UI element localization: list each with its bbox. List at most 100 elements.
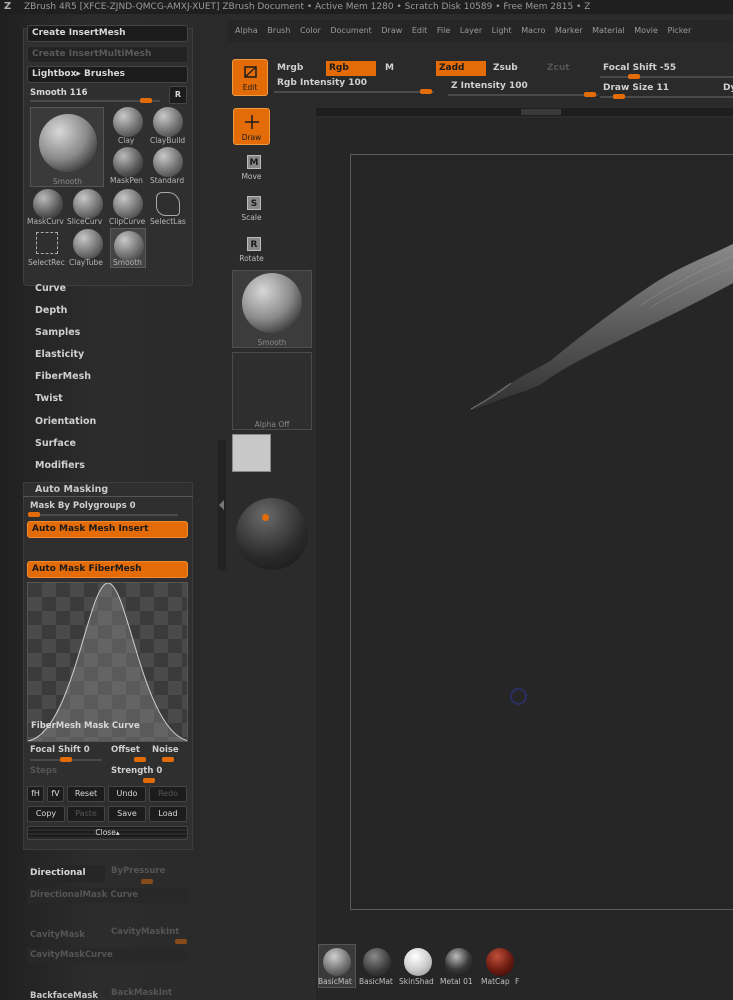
bypressure-knob[interactable] [141,879,153,884]
edit-button[interactable]: Edit [232,59,268,96]
draw-size-knob[interactable] [613,94,625,99]
menu-alpha[interactable]: Alpha [235,20,258,42]
auto-mask-mesh-insert-button[interactable]: Auto Mask Mesh Insert [27,521,188,538]
matcap-red-material-icon[interactable] [486,948,514,976]
draw-button[interactable]: Draw [233,108,270,145]
strength-label[interactable]: Strength 0 [111,766,162,776]
cavity-mask-int-label[interactable]: CavityMaskInt [111,927,179,937]
mrgb-button[interactable]: Mrgb [274,61,303,76]
menu-picker[interactable]: Picker [667,20,691,42]
menu-light[interactable]: Light [492,20,512,42]
submenu-twist[interactable]: Twist [35,393,63,404]
offset-label[interactable]: Offset [111,745,140,755]
zsub-button[interactable]: Zsub [490,61,518,76]
submenu-curve[interactable]: Curve [35,283,66,294]
selectrect-brush-icon[interactable] [36,232,58,254]
close-curve-button[interactable]: Close▴ [27,826,188,840]
focal-shift-shelf-knob[interactable] [628,74,640,79]
rotate-button[interactable]: R Rotate [233,233,270,270]
material-light-marker[interactable] [262,514,269,521]
mask-by-polygroups-label[interactable]: Mask By Polygroups 0 [30,501,136,511]
mask-by-polygroups-knob[interactable] [28,512,40,517]
backface-mask-button[interactable]: BackfaceMask [30,991,98,1000]
reset-button[interactable]: Reset [67,786,105,802]
steps-label[interactable]: Steps [30,766,57,776]
maskcurve-brush-icon[interactable] [33,189,63,219]
smooth-slider-knob[interactable] [140,98,152,103]
basicmat-material-icon[interactable] [323,948,351,976]
current-brush-thumbnail[interactable]: Smooth [30,107,104,187]
lightbox-brushes-button[interactable]: Lightbox▸ Brushes [27,66,188,83]
menu-color[interactable]: Color [300,20,321,42]
offset-knob[interactable] [134,757,146,762]
copy-button[interactable]: Copy [27,806,65,822]
z-intensity-track[interactable] [448,94,598,96]
z-intensity-knob[interactable] [584,92,596,97]
slicecurve-brush-icon[interactable] [73,189,103,219]
auto-mask-fibermesh-button[interactable]: Auto Mask FiberMesh [27,561,188,578]
menu-file[interactable]: File [437,20,450,42]
submenu-depth[interactable]: Depth [35,305,67,316]
strength-knob[interactable] [143,778,155,783]
mask-by-polygroups-track[interactable] [28,514,178,516]
flip-vertical-button[interactable]: fV [47,786,64,802]
submenu-modifiers[interactable]: Modifiers [35,460,85,471]
focal-shift-label[interactable]: Focal Shift 0 [30,745,90,755]
menu-draw[interactable]: Draw [381,20,402,42]
create-insertmultimesh-button[interactable]: Create InsertMultiMesh [27,46,188,63]
menu-material[interactable]: Material [592,20,625,42]
focal-shift-shelf-track[interactable] [600,76,733,78]
menu-edit[interactable]: Edit [412,20,428,42]
undo-button[interactable]: Undo [108,786,146,802]
menu-layer[interactable]: Layer [460,20,482,42]
clipcurve-brush-icon[interactable] [113,189,143,219]
canvas[interactable] [350,154,733,910]
paste-button[interactable]: Paste [67,806,105,822]
directional-button[interactable]: Directional [30,868,86,878]
z-intensity-label[interactable]: Z Intensity 100 [448,79,528,94]
metal-material-icon[interactable] [445,948,473,976]
clay-brush-icon[interactable] [113,107,143,137]
tray-splitter[interactable] [218,440,226,570]
back-mask-int-label[interactable]: BackMaskInt [111,988,172,998]
basicmat2-material-icon[interactable] [363,948,391,976]
maskpen-brush-icon[interactable] [113,147,143,177]
claybuildup-brush-icon[interactable] [153,107,183,137]
rgb-intensity-label[interactable]: Rgb Intensity 100 [274,76,367,91]
brush-selector[interactable]: Smooth [232,270,312,348]
noise-knob[interactable] [162,757,174,762]
load-button[interactable]: Load [149,806,187,822]
standard-brush-icon[interactable] [153,147,183,177]
skinshade-material-icon[interactable] [404,948,432,976]
bypressure-label[interactable]: ByPressure [111,866,165,876]
rgb-intensity-knob[interactable] [420,89,432,94]
cavity-mask-button[interactable]: CavityMask [30,930,85,940]
material-sphere[interactable] [236,498,308,570]
dynamic-button[interactable]: Dy [720,81,733,96]
auto-masking-header[interactable]: Auto Masking [35,484,108,495]
menu-marker[interactable]: Marker [555,20,583,42]
create-insertmesh-button[interactable]: Create InsertMesh [27,25,188,42]
submenu-orientation[interactable]: Orientation [35,416,96,427]
r-button[interactable]: R [169,86,187,104]
color-swatch[interactable] [232,434,271,472]
focal-shift-knob[interactable] [60,757,72,762]
cavity-mask-int-knob[interactable] [175,939,187,944]
submenu-elasticity[interactable]: Elasticity [35,349,84,360]
m-button[interactable]: M [382,61,394,76]
rgb-intensity-track[interactable] [274,91,434,93]
submenu-surface[interactable]: Surface [35,438,76,449]
document-scroll-thumb[interactable] [521,109,561,115]
zcut-button[interactable]: Zcut [544,61,570,76]
submenu-samples[interactable]: Samples [35,327,80,338]
menu-movie[interactable]: Movie [634,20,658,42]
menu-document[interactable]: Document [330,20,371,42]
submenu-fibermesh[interactable]: FiberMesh [35,371,91,382]
menu-brush[interactable]: Brush [267,20,290,42]
zadd-button[interactable]: Zadd [436,61,486,76]
fibermesh-mask-curve-editor[interactable]: FiberMesh Mask Curve [27,582,188,742]
selectlasso-brush-icon[interactable] [156,192,180,216]
scale-button[interactable]: S Scale [233,192,270,229]
rgb-button[interactable]: Rgb [326,61,376,76]
document-scrollbar[interactable] [316,108,733,116]
